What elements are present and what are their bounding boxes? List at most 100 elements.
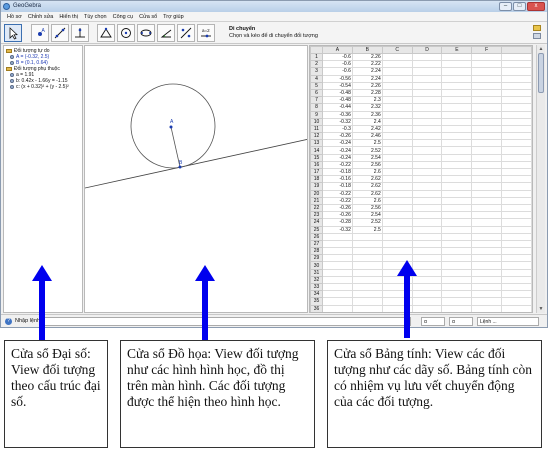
spreadsheet-cell[interactable] [351, 275, 383, 285]
spreadsheet-cell[interactable]: -0.24 [321, 139, 353, 148]
row-header[interactable]: 18 [310, 175, 323, 184]
spreadsheet-cell[interactable] [441, 117, 473, 126]
spreadsheet-cell[interactable] [441, 290, 473, 299]
column-header[interactable]: D [411, 46, 443, 54]
command-input[interactable] [41, 317, 411, 326]
spreadsheet-cell[interactable] [441, 103, 473, 112]
spreadsheet-cell[interactable] [351, 239, 383, 249]
spreadsheet-cell[interactable] [411, 239, 443, 249]
spreadsheet-cell[interactable] [471, 67, 503, 76]
spreadsheet-cell[interactable]: 2.62 [351, 175, 383, 184]
spreadsheet-cell[interactable] [411, 175, 443, 184]
row-header[interactable]: 32 [310, 275, 323, 285]
visibility-toggle-icon[interactable] [10, 55, 14, 59]
point-tool-button[interactable]: A [31, 24, 49, 42]
spreadsheet-cell[interactable]: -0.22 [321, 160, 353, 170]
menu-view[interactable]: Hiển thị [56, 12, 81, 21]
spreadsheet-cell[interactable] [381, 153, 413, 162]
spreadsheet-cell[interactable] [321, 254, 353, 263]
spreadsheet-cell[interactable] [441, 239, 473, 249]
row-header[interactable]: 19 [310, 182, 323, 191]
spreadsheet-cell[interactable]: 2.24 [351, 67, 383, 76]
spreadsheet-cell[interactable] [501, 247, 532, 256]
spreadsheet-cell[interactable] [501, 160, 532, 170]
spreadsheet-cell[interactable] [381, 247, 413, 256]
visibility-toggle-icon[interactable] [10, 85, 14, 89]
spreadsheet-cell[interactable] [321, 232, 353, 241]
spreadsheet-cell[interactable] [501, 146, 532, 155]
spreadsheet-cell[interactable] [351, 268, 383, 277]
spreadsheet-cell[interactable] [411, 146, 443, 155]
spreadsheet-cell[interactable]: -0.24 [321, 146, 353, 155]
spreadsheet-cell[interactable]: -0.28 [321, 218, 353, 227]
spreadsheet-cell[interactable] [501, 254, 532, 263]
spreadsheet-cell[interactable] [411, 110, 443, 119]
spreadsheet-cell[interactable] [351, 282, 383, 292]
spreadsheet-cell[interactable]: 2.42 [351, 124, 383, 134]
spreadsheet-cell[interactable] [501, 225, 532, 234]
spreadsheet-cell[interactable]: -0.22 [321, 196, 353, 205]
spreadsheet-cell[interactable] [411, 196, 443, 205]
spreadsheet-cell[interactable] [471, 304, 503, 312]
menu-help[interactable]: Trợ giúp [160, 12, 187, 21]
column-header[interactable]: F [471, 46, 503, 54]
spreadsheet-cell[interactable] [471, 139, 503, 148]
spreadsheet-cell[interactable]: 2.6 [351, 167, 383, 177]
spreadsheet-cell[interactable] [471, 124, 503, 134]
spreadsheet-cell[interactable]: -0.36 [321, 110, 353, 119]
spreadsheet-cell[interactable]: -0.32 [321, 117, 353, 126]
row-header[interactable]: 3 [310, 67, 323, 76]
spreadsheet-cell[interactable]: -0.6 [321, 67, 353, 76]
spreadsheet-cell[interactable] [351, 261, 383, 270]
spreadsheet-cell[interactable] [501, 117, 532, 126]
spreadsheet-cell[interactable] [441, 96, 473, 105]
spreadsheet-cell[interactable]: 2.52 [351, 218, 383, 227]
row-header[interactable]: 33 [310, 282, 323, 292]
spreadsheet-cell[interactable] [381, 96, 413, 105]
spreadsheet-cell[interactable] [411, 218, 443, 227]
spreadsheet-cell[interactable] [321, 290, 353, 299]
row-header[interactable]: 14 [310, 146, 323, 155]
spreadsheet-cell[interactable] [381, 225, 413, 234]
row-header[interactable]: 27 [310, 239, 323, 249]
spreadsheet-cell[interactable] [411, 117, 443, 126]
spreadsheet-cell[interactable] [441, 297, 473, 306]
row-header[interactable]: 29 [310, 254, 323, 263]
spreadsheet-cell[interactable]: 2.46 [351, 132, 383, 141]
spreadsheet-cell[interactable] [471, 203, 503, 213]
spreadsheet-cell[interactable] [471, 247, 503, 256]
algebra-item[interactable]: c: (x + 0.32)² + (y - 2.5)² [6, 84, 80, 90]
spreadsheet-cell[interactable]: -0.24 [321, 153, 353, 162]
spreadsheet-cell[interactable] [381, 132, 413, 141]
spreadsheet-cell[interactable] [441, 211, 473, 220]
spreadsheet-cell[interactable] [471, 167, 503, 177]
visibility-toggle-icon[interactable] [10, 73, 14, 77]
spreadsheet-cell[interactable] [441, 232, 473, 241]
row-header[interactable]: 26 [310, 232, 323, 241]
visibility-toggle-icon[interactable] [10, 79, 14, 83]
spreadsheet-cell[interactable] [441, 132, 473, 141]
spreadsheet-cell[interactable] [501, 261, 532, 270]
spreadsheet-cell[interactable]: 2.54 [351, 211, 383, 220]
spreadsheet-cell[interactable] [471, 96, 503, 105]
spreadsheet-cell[interactable] [471, 60, 503, 69]
spreadsheet-cell[interactable] [381, 239, 413, 249]
spreadsheet-cell[interactable] [471, 218, 503, 227]
row-header[interactable]: 25 [310, 225, 323, 234]
spreadsheet-cell[interactable]: 2.6 [351, 196, 383, 205]
spreadsheet-cell[interactable] [501, 304, 532, 312]
spreadsheet-cell[interactable] [471, 225, 503, 234]
spreadsheet-cell[interactable]: 2.5 [351, 139, 383, 148]
spreadsheet-cell[interactable] [441, 247, 473, 256]
spreadsheet-cell[interactable] [441, 196, 473, 205]
spreadsheet-cell[interactable]: 2.62 [351, 189, 383, 198]
row-header[interactable]: 1 [310, 52, 323, 62]
spreadsheet-cell[interactable] [411, 81, 443, 90]
spreadsheet-cell[interactable] [321, 247, 353, 256]
spreadsheet-cell[interactable] [321, 282, 353, 292]
spreadsheet-cell[interactable] [381, 110, 413, 119]
vertical-scrollbar[interactable]: ▲ ▼ [536, 45, 545, 313]
spreadsheet-cell[interactable]: -0.6 [321, 60, 353, 69]
spreadsheet-cell[interactable] [321, 304, 353, 312]
row-header[interactable]: 12 [310, 132, 323, 141]
